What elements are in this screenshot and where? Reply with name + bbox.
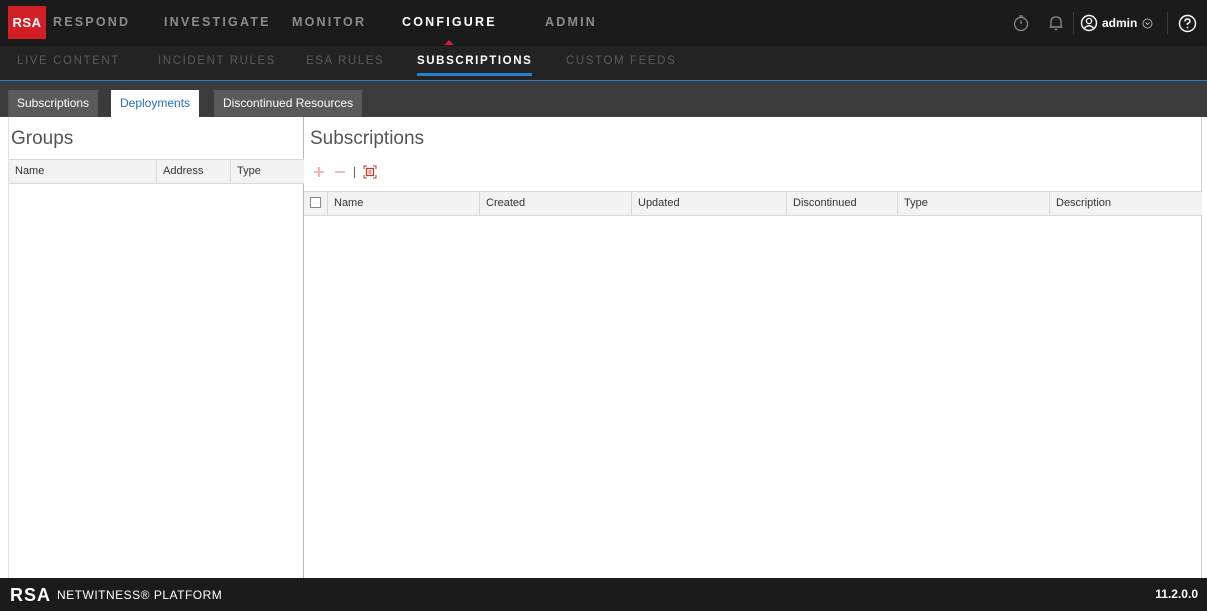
subscriptions-grid-header: Name Created Updated Discontinued Type D… [304, 191, 1202, 216]
active-underline [417, 73, 533, 76]
add-icon[interactable] [310, 163, 328, 181]
subnav-subscriptions[interactable]: SUBSCRIPTIONS [417, 46, 533, 80]
timer-icon[interactable] [1011, 13, 1031, 33]
active-caret-icon [444, 40, 455, 45]
col-created[interactable]: Created [480, 192, 632, 215]
header-divider-2 [1167, 12, 1168, 34]
bell-icon[interactable] [1046, 13, 1066, 33]
header-divider [1073, 12, 1074, 34]
col-updated[interactable]: Updated [632, 192, 787, 215]
subnav-subscriptions-label: SUBSCRIPTIONS [417, 55, 533, 67]
col-description[interactable]: Description [1050, 192, 1202, 215]
subnav-incident-rules[interactable]: INCIDENT RULES [158, 46, 276, 80]
tab-subscriptions[interactable]: Subscriptions [8, 90, 99, 117]
sub-nav: LIVE CONTENT INCIDENT RULES ESA RULES SU… [0, 46, 1207, 81]
footer-rsa: RSA [10, 584, 52, 605]
groups-grid-header: Name Address Type [9, 159, 304, 184]
col-type[interactable]: Type [898, 192, 1050, 215]
version-label: 11.2.0.0 [1155, 587, 1198, 601]
subnav-custom-feeds[interactable]: CUSTOM FEEDS [566, 46, 676, 80]
toolbar-separator [354, 166, 355, 178]
remove-icon[interactable] [331, 163, 349, 181]
subscriptions-title: Subscriptions [310, 128, 425, 149]
user-menu[interactable]: admin [1080, 11, 1153, 35]
help-icon[interactable] [1177, 13, 1197, 33]
brand: RSA [8, 6, 46, 39]
nav-investigate[interactable]: INVESTIGATE [164, 6, 271, 39]
groups-panel: Groups Name Address Type [8, 117, 304, 578]
col-type[interactable]: Type [231, 160, 304, 183]
subnav-esa-rules[interactable]: ESA RULES [306, 46, 384, 80]
footer-product: NETWITNESS® PLATFORM [57, 588, 223, 602]
col-select [304, 192, 328, 215]
nav-admin[interactable]: ADMIN [545, 6, 597, 39]
subscriptions-panel: Subscriptions Name Created Updated Disco… [304, 117, 1202, 578]
groups-title: Groups [11, 128, 74, 149]
col-name[interactable]: Name [9, 160, 157, 183]
footer-logo: RSA NETWITNESS® PLATFORM [10, 584, 222, 606]
col-name[interactable]: Name [328, 192, 480, 215]
tab-discontinued-resources[interactable]: Discontinued Resources [214, 90, 363, 117]
nav-configure[interactable]: CONFIGURE [402, 6, 497, 45]
top-nav: RSA RESPOND INVESTIGATE MONITOR CONFIGUR… [0, 0, 1207, 46]
nav-configure-label: CONFIGURE [402, 15, 497, 29]
col-address[interactable]: Address [157, 160, 231, 183]
tab-bar: Subscriptions Deployments Discontinued R… [0, 81, 1207, 117]
subscriptions-toolbar [310, 163, 379, 181]
tab-deployments[interactable]: Deployments [111, 90, 200, 117]
chevron-down-icon [1142, 18, 1153, 29]
select-all-checkbox[interactable] [310, 197, 321, 208]
col-discontinued[interactable]: Discontinued [787, 192, 898, 215]
subnav-live-content[interactable]: LIVE CONTENT [17, 46, 120, 80]
user-name: admin [1102, 16, 1138, 30]
rsa-logo[interactable]: RSA [8, 6, 46, 39]
footer: RSA NETWITNESS® PLATFORM 11.2.0.0 [0, 578, 1207, 611]
nav-monitor[interactable]: MONITOR [292, 6, 366, 39]
user-circle-icon [1080, 14, 1098, 32]
nav-respond[interactable]: RESPOND [53, 6, 130, 39]
details-icon[interactable] [361, 163, 379, 181]
